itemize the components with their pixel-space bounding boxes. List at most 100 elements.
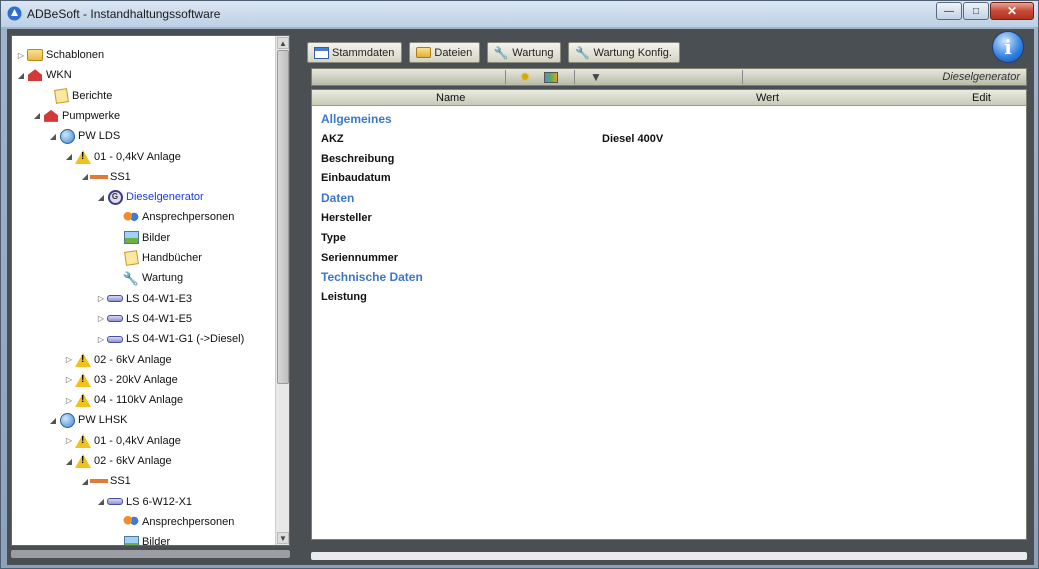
switch-icon: [106, 331, 124, 347]
collapse-arrow-icon[interactable]: ◢: [64, 152, 74, 161]
collapse-arrow-icon[interactable]: ◢: [48, 132, 58, 141]
tree-node-label: 02 - 6kV Anlage: [94, 353, 172, 366]
expand-arrow-icon[interactable]: ▷: [96, 314, 106, 323]
toolbar-divider: [574, 70, 575, 84]
category-row[interactable]: Technische Daten: [321, 268, 1021, 286]
tree-node[interactable]: ◢ SS1: [80, 472, 131, 490]
tree-node-label: Pumpwerke: [62, 109, 121, 122]
tree-node[interactable]: ▷ 02 - 6kV Anlage: [64, 351, 172, 369]
scroll-down-arrow-icon[interactable]: ▼: [277, 532, 289, 544]
category-row[interactable]: Allgemeines: [321, 110, 1021, 128]
tree-node[interactable]: ▷ LS 04-W1-G1 (->Diesel): [96, 330, 244, 348]
tab-dateien[interactable]: Dateien: [409, 42, 481, 63]
detail-panel: Stammdaten Dateien 🔧 Wartung 🔧 Wartung K…: [305, 29, 1034, 565]
column-header-name[interactable]: Name: [436, 92, 465, 104]
collapse-arrow-icon[interactable]: ◢: [64, 457, 74, 466]
tab-label: Stammdaten: [332, 46, 395, 59]
tree-node[interactable]: Bilder: [112, 229, 170, 247]
property-value[interactable]: Diesel 400V: [602, 130, 663, 148]
image-icon[interactable]: [544, 72, 558, 83]
tree-node-label: LS 04-W1-E5: [126, 312, 193, 325]
collapse-arrow-icon[interactable]: ◢: [16, 71, 26, 80]
scroll-thumb[interactable]: [277, 50, 289, 384]
globe-icon: [58, 128, 76, 144]
info-button[interactable]: i: [992, 31, 1024, 63]
folder-icon: [415, 45, 431, 61]
expand-arrow-icon[interactable]: ▷: [16, 51, 26, 60]
tree-node[interactable]: Bilder: [112, 533, 171, 546]
lightbulb-icon[interactable]: ✹: [520, 70, 530, 84]
tab-wartung-konfig[interactable]: 🔧 Wartung Konfig.: [568, 42, 680, 63]
tree-horizontal-scrollbar[interactable]: [11, 550, 290, 558]
property-row[interactable]: Einbaudatum: [321, 169, 1021, 187]
tree-node[interactable]: ◢ LS 6-W12-X1: [96, 493, 192, 511]
tree-node[interactable]: ▷ 04 - 110kV Anlage: [64, 391, 183, 409]
maximize-button[interactable]: □: [963, 2, 989, 20]
tree-node[interactable]: ◢ 01 - 0,4kV Anlage: [64, 148, 181, 166]
tree-node[interactable]: ▷ LS 04-W1-E5: [96, 310, 192, 328]
tree-node[interactable]: ◢ G Dieselgenerator: [96, 188, 204, 206]
tree-node[interactable]: ◢ WKN: [16, 66, 72, 84]
expand-arrow-icon[interactable]: ▷: [64, 355, 74, 364]
filter-icon[interactable]: ▼: [590, 70, 602, 84]
collapse-arrow-icon[interactable]: ◢: [80, 477, 90, 486]
collapse-arrow-icon[interactable]: ◢: [32, 111, 42, 120]
wrench-icon: 🔧: [493, 45, 509, 60]
property-name: Type: [321, 231, 346, 244]
expand-arrow-icon[interactable]: ▷: [64, 436, 74, 445]
property-name: Beschreibung: [321, 152, 395, 165]
property-name: Seriennummer: [321, 251, 399, 264]
expand-arrow-icon[interactable]: ▷: [64, 375, 74, 384]
column-header-edit[interactable]: Edit: [972, 92, 991, 104]
tree-node[interactable]: 🔧 Wartung: [112, 269, 183, 287]
tree-node[interactable]: ▷ Schablonen: [16, 46, 104, 64]
tree-node[interactable]: ◢ SS1: [80, 168, 131, 186]
tree-node-label: Schablonen: [46, 49, 105, 61]
tab-label: Wartung Konfig.: [593, 46, 672, 59]
tab-wartung[interactable]: 🔧 Wartung: [487, 42, 562, 63]
expand-arrow-icon[interactable]: ▷: [96, 294, 106, 303]
minimize-button[interactable]: —: [936, 2, 962, 20]
detail-horizontal-scrollbar[interactable]: [311, 552, 1027, 560]
tree-node[interactable]: Handbücher: [112, 249, 202, 267]
property-row[interactable]: Beschreibung: [321, 150, 1021, 168]
collapse-arrow-icon[interactable]: ◢: [96, 497, 106, 506]
property-row[interactable]: AKZ Diesel 400V: [321, 130, 1021, 148]
tree-node[interactable]: ▷ LS 04-W1-E3: [96, 290, 192, 308]
property-row[interactable]: Hersteller: [321, 209, 1021, 227]
wrench-icon: 🔧: [122, 270, 140, 286]
property-row[interactable]: Leistung: [321, 288, 1021, 306]
tab-stammdaten[interactable]: Stammdaten: [307, 42, 403, 63]
tree-node[interactable]: ◢ PW LDS: [48, 127, 120, 145]
tab-bar: Stammdaten Dateien 🔧 Wartung 🔧 Wartung K…: [307, 42, 687, 64]
generator-icon: G: [106, 189, 124, 205]
tree-node[interactable]: Ansprechpersonen: [112, 513, 234, 531]
tree-node[interactable]: Ansprechpersonen: [112, 208, 234, 226]
tree-node[interactable]: ▷ 01 - 0,4kV Anlage: [64, 432, 181, 450]
scroll-up-arrow-icon[interactable]: ▲: [277, 37, 289, 49]
expand-arrow-icon[interactable]: ▷: [64, 396, 74, 405]
tree-node[interactable]: ◢ Pumpwerke: [32, 107, 120, 125]
app-window: ADBeSoft - Instandhaltungssoftware — □ ✕…: [0, 0, 1039, 569]
note-icon: [122, 250, 140, 266]
collapse-arrow-icon[interactable]: ◢: [48, 416, 58, 425]
category-row[interactable]: Daten: [321, 189, 1021, 207]
house-icon: [26, 67, 44, 83]
title-bar[interactable]: ADBeSoft - Instandhaltungssoftware — □ ✕: [1, 1, 1038, 27]
people-icon: [122, 514, 140, 530]
tree-node[interactable]: ▷ 03 - 20kV Anlage: [64, 371, 178, 389]
property-grid: Name Wert Edit Allgemeines AKZ Diesel 400V…: [311, 89, 1027, 540]
tree-node[interactable]: Berichte: [42, 87, 112, 105]
toolbar-divider: [742, 70, 743, 84]
tree-node[interactable]: ◢ PW LHSK: [48, 411, 128, 429]
collapse-arrow-icon[interactable]: ◢: [96, 193, 106, 202]
property-row[interactable]: Type: [321, 229, 1021, 247]
property-row[interactable]: Seriennummer: [321, 249, 1021, 267]
tree-vertical-scrollbar[interactable]: ▲ ▼: [275, 36, 289, 545]
expand-arrow-icon[interactable]: ▷: [96, 335, 106, 344]
tree-node-label: Bilder: [142, 536, 171, 546]
collapse-arrow-icon[interactable]: ◢: [80, 172, 90, 181]
close-button[interactable]: ✕: [990, 2, 1034, 20]
column-header-value[interactable]: Wert: [756, 92, 779, 104]
tree-node[interactable]: ◢ 02 - 6kV Anlage: [64, 452, 172, 470]
